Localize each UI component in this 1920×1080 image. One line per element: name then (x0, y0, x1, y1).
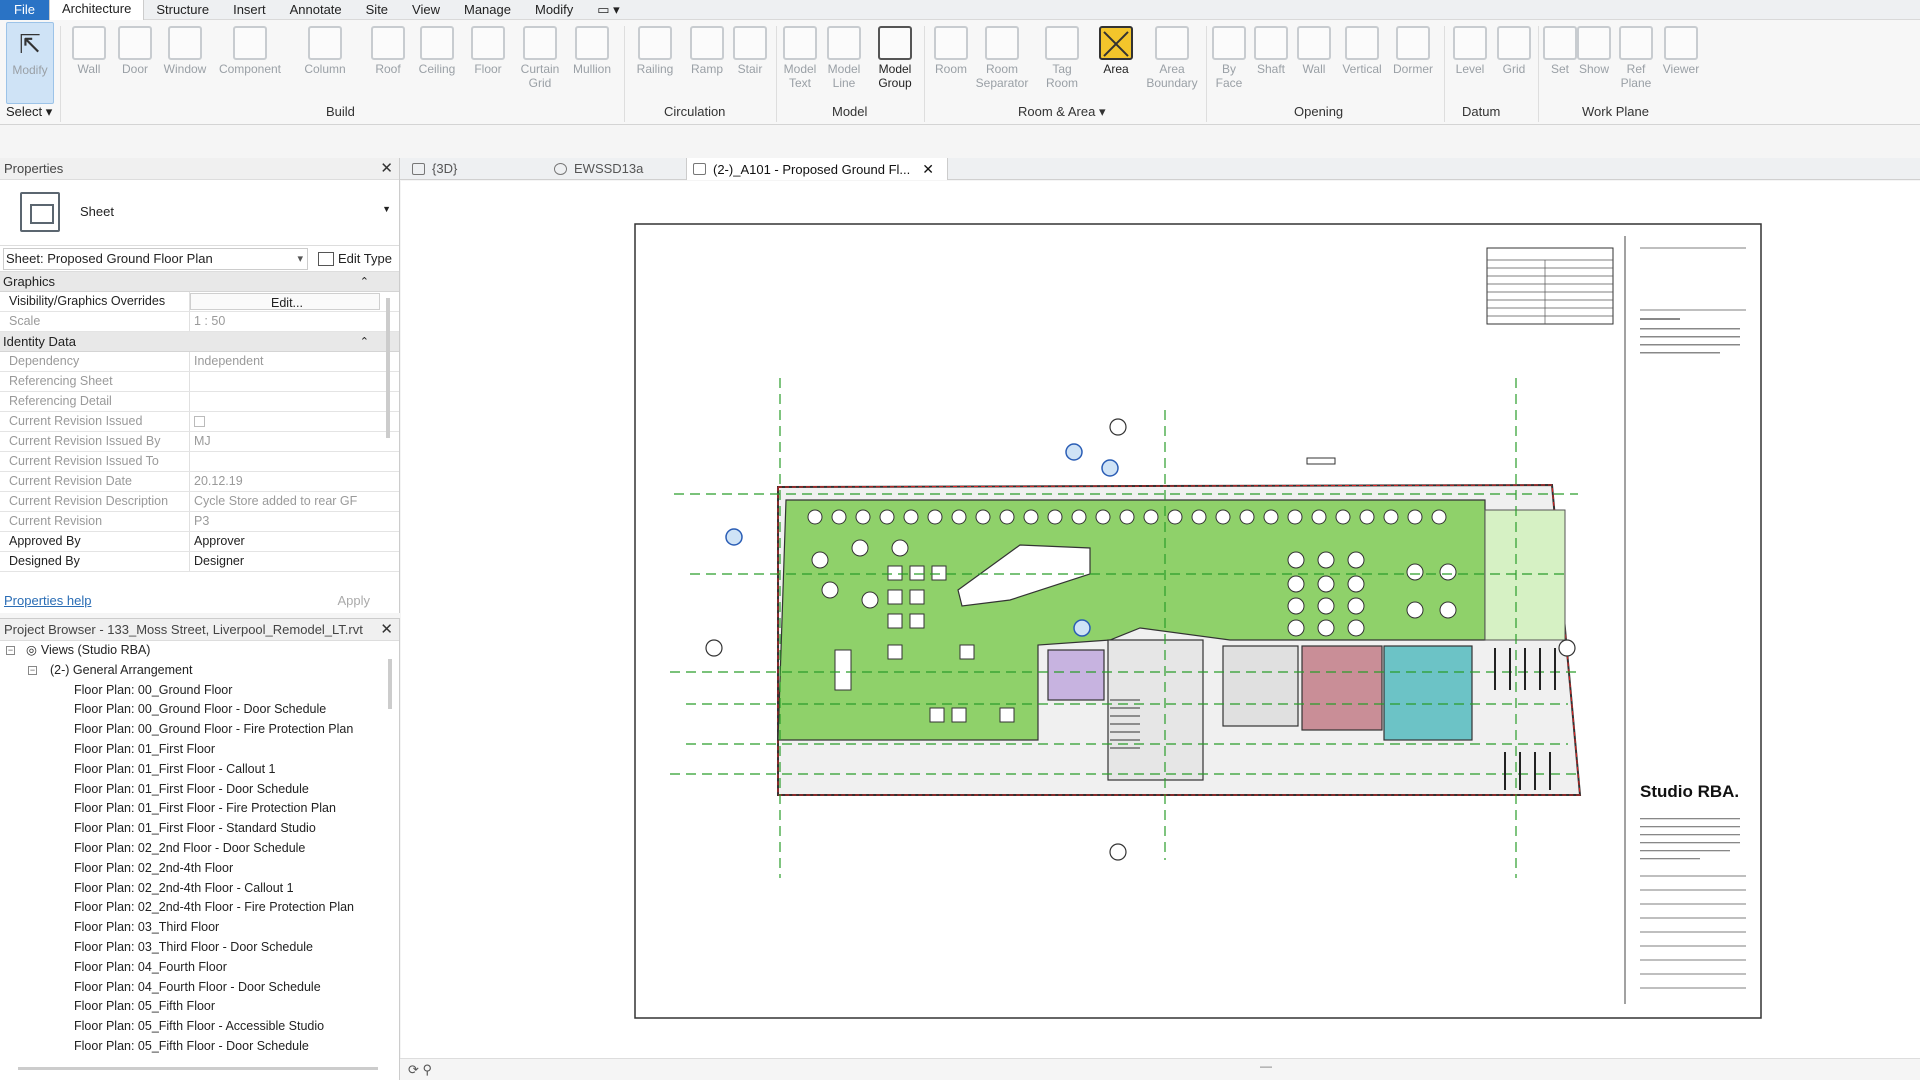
table-icon (811, 551, 829, 569)
table-icon (887, 565, 903, 581)
table-icon (903, 509, 919, 525)
status-icons[interactable]: ⟳ ⚲ (408, 1062, 432, 1078)
table-icon (999, 707, 1015, 723)
table-icon (1383, 509, 1399, 525)
stair-core (1107, 639, 1204, 781)
table-icon (1119, 509, 1135, 525)
status-bar: ⟳ ⚲ — (400, 1058, 1920, 1080)
table-icon (1317, 551, 1335, 569)
table-icon (807, 509, 823, 525)
table-icon (1347, 619, 1365, 637)
table-icon (1287, 597, 1305, 615)
table-icon (887, 644, 903, 660)
table-icon (1263, 509, 1279, 525)
table-icon (1407, 509, 1423, 525)
table-icon (1287, 551, 1305, 569)
table-icon (909, 589, 925, 605)
status-divider-icon: — (1260, 1059, 1272, 1073)
table-icon (1071, 509, 1087, 525)
table-icon (1287, 619, 1305, 637)
table-icon (851, 539, 869, 557)
table-icon (1287, 575, 1305, 593)
table-icon (1215, 509, 1231, 525)
sheet-drawing (634, 223, 1762, 1019)
table-icon (1335, 509, 1351, 525)
table-icon (1347, 551, 1365, 569)
table-icon (959, 644, 975, 660)
table-icon (834, 649, 852, 691)
table-icon (1347, 575, 1365, 593)
table-icon (1347, 597, 1365, 615)
table-icon (855, 509, 871, 525)
table-icon (1023, 509, 1039, 525)
red-room (1301, 645, 1383, 731)
table-icon (1317, 597, 1335, 615)
table-icon (879, 509, 895, 525)
table-icon (909, 613, 925, 629)
table-icon (951, 707, 967, 723)
table-icon (1406, 563, 1424, 581)
table-icon (887, 589, 903, 605)
table-icon (1439, 601, 1457, 619)
table-icon (951, 509, 967, 525)
table-icon (1239, 509, 1255, 525)
table-icon (927, 509, 943, 525)
table-icon (1143, 509, 1159, 525)
table-icon (1359, 509, 1375, 525)
table-icon (1167, 509, 1183, 525)
light-green-area (1484, 509, 1566, 641)
table-icon (1311, 509, 1327, 525)
table-icon (831, 509, 847, 525)
table-icon (975, 509, 991, 525)
table-icon (1317, 619, 1335, 637)
table-icon (1317, 575, 1335, 593)
table-icon (1095, 509, 1111, 525)
table-icon (1439, 563, 1457, 581)
table-icon (887, 613, 903, 629)
table-icon (1287, 509, 1303, 525)
scale-bar (1306, 457, 1336, 465)
table-icon (909, 565, 925, 581)
table-icon (999, 509, 1015, 525)
studio-logo: Studio RBA. (1640, 782, 1740, 801)
table-icon (931, 565, 947, 581)
teal-room (1383, 645, 1473, 741)
table-icon (821, 581, 839, 599)
table-icon (1431, 509, 1447, 525)
table-icon (861, 591, 879, 609)
table-icon (929, 707, 945, 723)
table-icon (1406, 601, 1424, 619)
grey-room (1222, 645, 1299, 727)
purple-room (1047, 649, 1105, 701)
table-icon (1191, 509, 1207, 525)
table-icon (891, 539, 909, 557)
area-schedule (1486, 247, 1614, 325)
table-icon (1047, 509, 1063, 525)
